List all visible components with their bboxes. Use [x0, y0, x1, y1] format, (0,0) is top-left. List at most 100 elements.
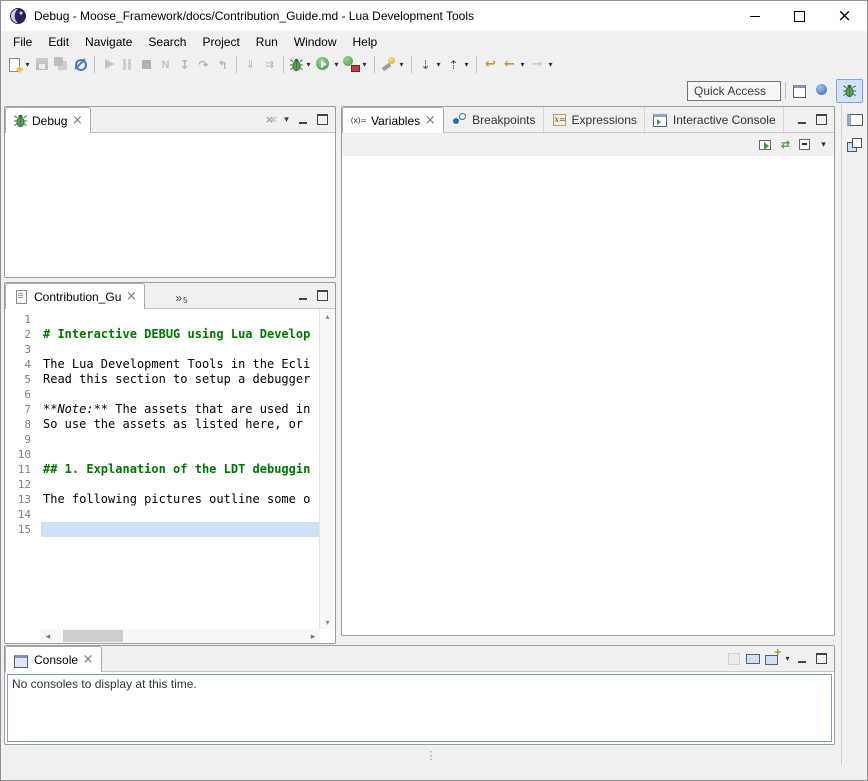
show-type-names-icon[interactable] — [777, 136, 794, 153]
tab-debug[interactable]: Debug — [5, 107, 91, 133]
view-menu-icon[interactable] — [280, 114, 293, 125]
clear-console-icon[interactable] — [726, 650, 743, 667]
minimized-view-icon[interactable] — [846, 137, 863, 154]
last-edit-location-button[interactable] — [481, 54, 500, 76]
variables-content[interactable] — [342, 156, 834, 635]
scroll-up-icon[interactable] — [325, 309, 329, 323]
tab-breakpoints[interactable]: Breakpoints — [444, 107, 543, 132]
step-return-button[interactable] — [213, 54, 232, 76]
drop-to-frame-button[interactable] — [241, 54, 260, 76]
external-tools-button[interactable] — [342, 54, 370, 76]
menu-run[interactable]: Run — [248, 33, 286, 51]
display-selected-console-icon[interactable] — [745, 650, 762, 667]
search-button[interactable] — [379, 54, 407, 76]
scroll-down-icon[interactable] — [325, 615, 329, 629]
editor-line-13[interactable]: 13The following pictures outline some o — [5, 492, 319, 507]
editor-line-7[interactable]: 7**Note:** The assets that are used in — [5, 402, 319, 417]
vertical-scrollbar[interactable] — [319, 309, 335, 629]
external-tools-dropdown-icon[interactable] — [360, 60, 369, 69]
menu-search[interactable]: Search — [140, 33, 194, 51]
close-variables-tab-icon[interactable] — [424, 115, 436, 127]
debug-view-content[interactable] — [5, 133, 335, 277]
lua-perspective-button[interactable] — [809, 79, 836, 103]
scrollbar-track[interactable] — [55, 629, 306, 643]
horizontal-scrollbar[interactable] — [41, 629, 320, 643]
scroll-right-icon[interactable] — [306, 631, 320, 642]
forward-button[interactable] — [528, 54, 556, 76]
previous-annotation-button[interactable] — [444, 54, 472, 76]
window-minimize-button[interactable] — [732, 1, 777, 31]
console-message[interactable]: No consoles to display at this time. — [7, 674, 832, 742]
tab-variables[interactable]: Variables — [342, 107, 444, 133]
menu-navigate[interactable]: Navigate — [77, 33, 140, 51]
open-perspective-button[interactable] — [790, 80, 809, 102]
menu-edit[interactable]: Edit — [40, 33, 77, 51]
remove-all-terminated-icon[interactable] — [261, 111, 278, 128]
skip-all-breakpoints-button[interactable] — [71, 54, 90, 76]
show-logical-structure-icon[interactable] — [757, 136, 774, 153]
menu-project[interactable]: Project — [194, 33, 247, 51]
editor-content[interactable]: 12# Interactive DEBUG using Lua Develop3… — [5, 309, 319, 629]
step-over-button[interactable] — [194, 54, 213, 76]
save-all-button[interactable] — [52, 54, 71, 76]
run-dropdown-icon[interactable] — [332, 60, 341, 69]
search-dropdown-icon[interactable] — [397, 60, 406, 69]
collapse-all-icon[interactable] — [797, 136, 814, 153]
open-console-dropdown-icon[interactable] — [783, 654, 792, 663]
editor-line-3[interactable]: 3 — [5, 342, 319, 357]
minimize-view-icon[interactable] — [295, 112, 312, 127]
maximize-view-icon[interactable] — [813, 651, 830, 666]
new-dropdown-icon[interactable] — [23, 60, 32, 69]
use-step-filters-button[interactable] — [260, 54, 279, 76]
debug-perspective-button[interactable] — [836, 79, 863, 103]
run-button[interactable] — [314, 54, 342, 76]
minimize-view-icon[interactable] — [794, 651, 811, 666]
suspend-button[interactable] — [118, 54, 137, 76]
editor-line-6[interactable]: 6 — [5, 387, 319, 402]
open-console-icon[interactable] — [764, 650, 781, 667]
editor-line-12[interactable]: 12 — [5, 477, 319, 492]
close-console-tab-icon[interactable] — [82, 654, 94, 666]
editor-tab[interactable]: Contribution_Gu — [5, 283, 145, 309]
quick-access-input[interactable]: Quick Access — [687, 81, 781, 101]
forward-dropdown-icon[interactable] — [546, 60, 555, 69]
menu-help[interactable]: Help — [345, 33, 386, 51]
window-maximize-button[interactable] — [777, 1, 822, 31]
scroll-left-icon[interactable] — [41, 631, 55, 642]
editor-line-5[interactable]: 5Read this section to setup a debugger — [5, 372, 319, 387]
maximize-view-icon[interactable] — [813, 112, 830, 127]
restore-view-icon[interactable] — [846, 112, 863, 129]
tab-console[interactable]: Console — [5, 646, 102, 672]
editor-line-4[interactable]: 4The Lua Development Tools in the Ecli — [5, 357, 319, 372]
tab-expressions[interactable]: Expressions — [544, 107, 645, 132]
editor-line-9[interactable]: 9 — [5, 432, 319, 447]
debug-dropdown-icon[interactable] — [304, 60, 313, 69]
maximize-view-icon[interactable] — [314, 112, 331, 127]
editor-line-15[interactable]: 15 — [5, 522, 319, 537]
menu-window[interactable]: Window — [286, 33, 345, 51]
editor-line-8[interactable]: 8So use the assets as listed here, or — [5, 417, 319, 432]
back-dropdown-icon[interactable] — [518, 60, 527, 69]
next-annotation-dropdown-icon[interactable] — [434, 60, 443, 69]
terminate-button[interactable] — [137, 54, 156, 76]
tab-interactive-console[interactable]: Interactive Console — [645, 107, 784, 132]
save-button[interactable] — [33, 54, 52, 76]
view-menu-icon[interactable] — [817, 139, 830, 150]
editor-line-2[interactable]: 2# Interactive DEBUG using Lua Develop — [5, 327, 319, 342]
step-into-button[interactable] — [175, 54, 194, 76]
window-close-button[interactable] — [822, 1, 867, 31]
editor-line-11[interactable]: 11## 1. Explanation of the LDT debuggin — [5, 462, 319, 477]
new-button[interactable] — [5, 54, 33, 76]
minimize-view-icon[interactable] — [295, 288, 312, 303]
editor-line-10[interactable]: 10 — [5, 447, 319, 462]
resume-button[interactable] — [99, 54, 118, 76]
minimize-view-icon[interactable] — [794, 112, 811, 127]
back-button[interactable] — [500, 54, 528, 76]
editor-line-1[interactable]: 1 — [5, 312, 319, 327]
debug-button[interactable] — [288, 54, 314, 76]
editor-tab-overflow[interactable]: 5 — [171, 283, 191, 308]
previous-annotation-dropdown-icon[interactable] — [462, 60, 471, 69]
close-debug-tab-icon[interactable] — [71, 115, 83, 127]
menu-file[interactable]: File — [5, 33, 40, 51]
next-annotation-button[interactable] — [416, 54, 444, 76]
